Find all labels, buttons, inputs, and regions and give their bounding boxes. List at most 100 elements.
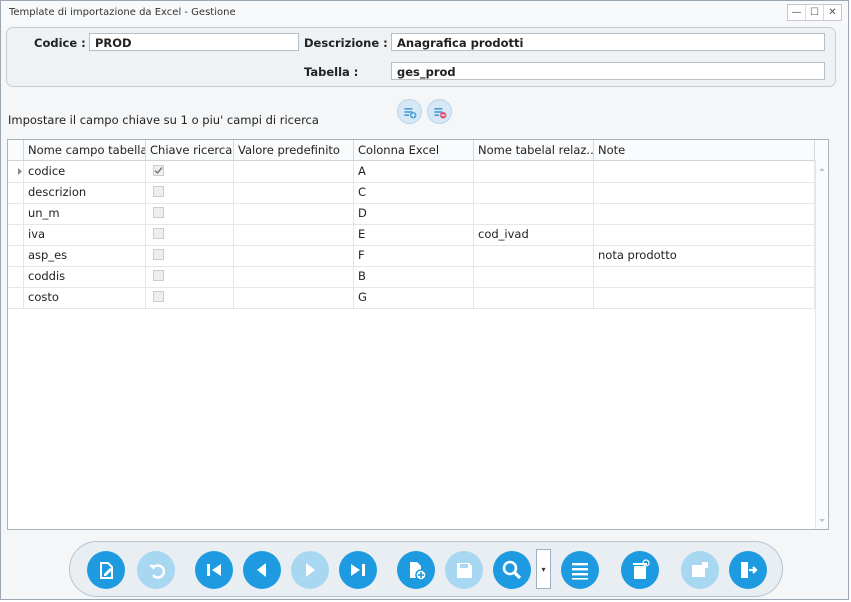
cell-chiave[interactable] — [146, 287, 234, 308]
table-row[interactable]: coddis B — [8, 266, 816, 288]
edit-button[interactable] — [87, 551, 125, 589]
cell-note[interactable] — [594, 287, 815, 308]
cell-relazione[interactable] — [474, 182, 594, 203]
window-title: Template di importazione da Excel - Gest… — [9, 7, 236, 18]
column-header-note[interactable]: Note — [594, 140, 815, 160]
cell-nome[interactable]: costo — [24, 287, 146, 308]
table-row[interactable]: costo G — [8, 287, 816, 309]
cell-valore[interactable] — [234, 287, 354, 308]
first-record-icon — [207, 564, 221, 576]
column-header-chiave[interactable]: Chiave ricerca — [146, 140, 234, 160]
table-row[interactable]: iva Ecod_ivad — [8, 224, 816, 246]
previous-record-icon — [257, 563, 266, 577]
title-bar: Template di importazione da Excel - Gest… — [1, 1, 848, 25]
cell-relazione[interactable] — [474, 161, 594, 182]
table-row[interactable]: asp_es Fnota prodotto — [8, 245, 816, 267]
column-header-relazione[interactable]: Nome tabelal relaz... — [474, 140, 594, 160]
cell-relazione[interactable]: cod_ivad — [474, 224, 594, 245]
cell-colonna[interactable]: C — [354, 182, 474, 203]
key-checkbox[interactable] — [153, 291, 164, 302]
key-checkbox[interactable] — [153, 270, 164, 281]
cell-chiave[interactable] — [146, 266, 234, 287]
vertical-scrollbar[interactable] — [815, 160, 828, 529]
cell-chiave[interactable] — [146, 182, 234, 203]
cell-valore[interactable] — [234, 161, 354, 182]
cell-colonna[interactable]: F — [354, 245, 474, 266]
new-button[interactable] — [397, 551, 435, 589]
cell-chiave[interactable] — [146, 224, 234, 245]
cell-nome[interactable]: coddis — [24, 266, 146, 287]
cell-colonna[interactable]: D — [354, 203, 474, 224]
list-button[interactable] — [561, 551, 599, 589]
cell-nome[interactable]: asp_es — [24, 245, 146, 266]
next-button[interactable] — [291, 551, 329, 589]
cell-colonna[interactable]: B — [354, 266, 474, 287]
cell-relazione[interactable] — [474, 266, 594, 287]
remove-list-icon — [433, 107, 446, 118]
key-checkbox[interactable] — [153, 249, 164, 260]
cell-nome[interactable]: un_m — [24, 203, 146, 224]
cell-relazione[interactable] — [474, 287, 594, 308]
cell-nome[interactable]: descrizion — [24, 182, 146, 203]
row-indicator — [8, 161, 24, 182]
cell-nome[interactable]: iva — [24, 224, 146, 245]
add-list-icon — [403, 107, 416, 118]
grid-header: Nome campo tabella Chiave ricerca Valore… — [8, 140, 828, 161]
undo-button[interactable] — [137, 551, 175, 589]
key-checkbox[interactable] — [153, 165, 164, 176]
cell-relazione[interactable] — [474, 245, 594, 266]
search-options-dropdown[interactable]: ▾ — [536, 549, 551, 589]
cell-relazione[interactable] — [474, 203, 594, 224]
cell-chiave[interactable] — [146, 161, 234, 182]
save-button[interactable] — [445, 551, 483, 589]
table-row[interactable]: codice A — [8, 161, 816, 183]
cell-valore[interactable] — [234, 182, 354, 203]
cell-note[interactable] — [594, 266, 815, 287]
codice-field[interactable]: PROD — [89, 33, 299, 51]
cell-valore[interactable] — [234, 203, 354, 224]
remove-key-button[interactable] — [427, 99, 452, 124]
key-checkbox[interactable] — [153, 228, 164, 239]
codice-label: Codice : — [34, 36, 86, 50]
cell-note[interactable] — [594, 182, 815, 203]
first-button[interactable] — [195, 551, 233, 589]
cell-colonna[interactable]: G — [354, 287, 474, 308]
cell-valore[interactable] — [234, 224, 354, 245]
search-button[interactable] — [493, 551, 531, 589]
descrizione-field[interactable]: Anagrafica prodotti — [391, 33, 825, 51]
search-icon — [502, 560, 522, 580]
current-row-icon — [18, 168, 22, 175]
scroll-down-icon[interactable] — [816, 515, 828, 525]
cell-note[interactable] — [594, 224, 815, 245]
key-hint-text: Impostare il campo chiave su 1 o piu' ca… — [8, 113, 319, 127]
key-checkbox[interactable] — [153, 186, 164, 197]
cell-valore[interactable] — [234, 266, 354, 287]
table-row[interactable]: un_m D — [8, 203, 816, 225]
last-button[interactable] — [339, 551, 377, 589]
maximize-button[interactable]: ☐ — [806, 5, 824, 20]
tabella-field[interactable]: ges_prod — [391, 62, 825, 80]
column-header-valore[interactable]: Valore predefinito — [234, 140, 354, 160]
minimize-button[interactable]: — — [788, 5, 806, 20]
cell-valore[interactable] — [234, 245, 354, 266]
table-row[interactable]: descrizion C — [8, 182, 816, 204]
delete-button[interactable] — [621, 551, 659, 589]
close-button[interactable]: ✕ — [824, 5, 841, 20]
add-key-button[interactable] — [397, 99, 422, 124]
cell-chiave[interactable] — [146, 245, 234, 266]
cell-note[interactable] — [594, 161, 815, 182]
scroll-up-icon[interactable] — [816, 164, 828, 174]
column-header-colonna[interactable]: Colonna Excel — [354, 140, 474, 160]
cell-note[interactable]: nota prodotto — [594, 245, 815, 266]
row-indicator-header — [8, 140, 24, 160]
column-header-nome[interactable]: Nome campo tabella — [24, 140, 146, 160]
key-checkbox[interactable] — [153, 207, 164, 218]
cell-colonna[interactable]: E — [354, 224, 474, 245]
exit-button[interactable] — [729, 551, 767, 589]
cell-chiave[interactable] — [146, 203, 234, 224]
cell-nome[interactable]: codice — [24, 161, 146, 182]
cell-note[interactable] — [594, 203, 815, 224]
cell-colonna[interactable]: A — [354, 161, 474, 182]
previous-button[interactable] — [243, 551, 281, 589]
open-button[interactable] — [681, 551, 719, 589]
